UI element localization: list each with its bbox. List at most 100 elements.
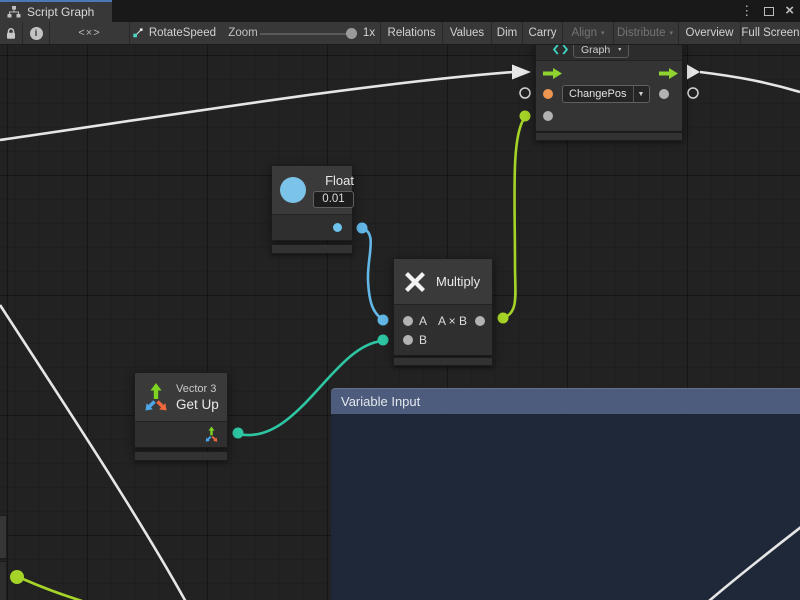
- changepos-dropdown-label: ChangePos: [563, 86, 633, 102]
- button-label: Full Screen: [741, 27, 799, 39]
- node-float[interactable]: Float 0.01: [271, 165, 353, 241]
- multiply-port-b-label: B: [419, 333, 427, 347]
- float-body: [272, 215, 352, 240]
- graph-asset-button[interactable]: RotateSpeed: [131, 22, 216, 44]
- offscreen-node-sliver-body[interactable]: [0, 515, 7, 559]
- changepos-dropdown[interactable]: ChangePos ▼: [562, 85, 650, 103]
- toolbar-button-distribute[interactable]: Distribute ▾: [613, 22, 676, 44]
- wire-lime-bottom-left[interactable]: [23, 579, 82, 600]
- vector3-subtitle: Get Up: [176, 397, 219, 412]
- chevron-down-icon: ▾: [670, 29, 674, 37]
- vector3-body: [135, 422, 227, 447]
- chevron-down-icon: ▾: [601, 29, 605, 37]
- graph-asset-name: RotateSpeed: [149, 27, 216, 39]
- toolbar-button-carry[interactable]: Carry: [522, 22, 562, 44]
- tab-title: Script Graph: [27, 5, 94, 19]
- event-extra-port-dot[interactable]: [543, 111, 553, 121]
- getup-output-connector[interactable]: [233, 428, 244, 439]
- unity-visual-scripting-window: Variable Input Float: [0, 0, 800, 600]
- info-button[interactable]: i: [23, 22, 50, 44]
- zoom-slider-track[interactable]: [260, 33, 352, 35]
- event-out-value-port-dot[interactable]: [659, 89, 669, 99]
- wire-white-panel-diagonal[interactable]: [709, 527, 800, 600]
- wire-getup-to-multiply-b[interactable]: [238, 341, 383, 435]
- script-graph-icon: [7, 6, 21, 18]
- flow-arrow-in-icon[interactable]: [543, 67, 563, 80]
- code-view-button[interactable]: <×>: [50, 22, 130, 44]
- vector3-title: Vector 3: [176, 383, 219, 395]
- float-output-port[interactable]: [333, 223, 342, 232]
- multiply-icon: [402, 269, 428, 295]
- zoom-label-wrap: Zoom: [228, 22, 258, 44]
- zoom-value: 1x: [363, 27, 375, 39]
- toolbar-button-dim[interactable]: Dim: [491, 22, 522, 44]
- button-label: Overview: [686, 27, 734, 39]
- float-value-field[interactable]: 0.01: [313, 191, 354, 208]
- zoom-slider-knob[interactable]: [346, 28, 357, 39]
- flow-arrow-out-icon[interactable]: [659, 67, 679, 80]
- multiply-port-out-label: A × B: [438, 314, 467, 328]
- multiply-a-connector[interactable]: [378, 315, 389, 326]
- flow-arrow-in-port[interactable]: [512, 65, 531, 80]
- button-label: Distribute: [617, 27, 666, 39]
- multiply-port-b-dot[interactable]: [403, 335, 413, 345]
- tab-script-graph[interactable]: Script Graph: [0, 0, 112, 22]
- graph-asset-icon: [133, 26, 143, 40]
- event-right-empty-port[interactable]: [688, 88, 698, 98]
- vector3-icon: [143, 382, 169, 413]
- multiply-port-a-dot[interactable]: [403, 316, 413, 326]
- lock-button[interactable]: [0, 22, 23, 44]
- flow-arrow-out-port[interactable]: [687, 65, 700, 80]
- graph-toolbar: i <×> RotateSpeed Zoom 1x Relations Valu…: [0, 22, 800, 45]
- node-vector3-getup[interactable]: Vector 3 Get Up: [134, 372, 228, 448]
- event-body: ChangePos ▼: [536, 61, 682, 131]
- graph-icon: [553, 44, 568, 55]
- wire-white-out-of-event[interactable]: [700, 72, 800, 92]
- toolbar-button-values[interactable]: Values: [442, 22, 491, 44]
- node-multiply[interactable]: Multiply A A × B B: [393, 258, 493, 356]
- float-title: Float: [325, 173, 354, 188]
- button-label: Dim: [497, 27, 517, 39]
- toolbar-button-overview[interactable]: Overview: [678, 22, 740, 44]
- node-custom-event[interactable]: Graph ▾ ChangePos ▼: [535, 38, 683, 132]
- multiply-output-connector[interactable]: [498, 313, 509, 324]
- vector3-output-port-icon[interactable]: [204, 426, 219, 443]
- code-icon: <×>: [78, 27, 100, 39]
- toolbar-button-full-screen[interactable]: Full Screen: [740, 22, 800, 44]
- multiply-port-out-dot[interactable]: [475, 316, 485, 326]
- zoom-label: Zoom: [228, 27, 257, 39]
- tab-bar: Script Graph ⋮ ×: [0, 0, 800, 22]
- event-value-connector[interactable]: [520, 111, 531, 122]
- window-controls: ⋮ ×: [740, 0, 794, 22]
- toolbar-button-relations[interactable]: Relations: [380, 22, 442, 44]
- multiply-body: A A × B B: [394, 305, 492, 355]
- wire-white-into-event[interactable]: [0, 72, 513, 140]
- button-label: Align: [571, 27, 597, 39]
- offscreen-node-sliver-footer: [0, 561, 7, 600]
- window-maximize-icon[interactable]: [764, 7, 774, 16]
- float-output-connector[interactable]: [357, 223, 368, 234]
- wire-float-to-multiply-a[interactable]: [362, 228, 383, 320]
- event-variable-port-dot[interactable]: [543, 89, 553, 99]
- multiply-b-connector[interactable]: [378, 335, 389, 346]
- bottom-left-connector[interactable]: [10, 570, 24, 584]
- zoom-value-wrap: 1x: [359, 22, 379, 44]
- window-close-icon[interactable]: ×: [785, 1, 794, 21]
- float-type-icon: [280, 177, 306, 203]
- button-label: Carry: [528, 27, 556, 39]
- graph-dropdown-label: Graph: [581, 44, 610, 56]
- changepos-dropdown-caret: ▼: [633, 86, 649, 102]
- multiply-title: Multiply: [436, 274, 480, 289]
- float-footer-bar: [271, 244, 353, 254]
- multiply-footer-bar: [393, 357, 493, 366]
- event-footer-bar: [535, 132, 683, 141]
- button-label: Values: [450, 27, 484, 39]
- wire-multiply-to-event[interactable]: [503, 117, 525, 318]
- info-icon: i: [30, 27, 43, 40]
- multiply-header: Multiply: [394, 259, 492, 305]
- event-left-empty-port[interactable]: [520, 88, 530, 98]
- info-glyph: i: [35, 28, 38, 38]
- window-menu-icon[interactable]: ⋮: [740, 0, 753, 22]
- toolbar-button-align[interactable]: Align ▾: [562, 22, 613, 44]
- multiply-port-a-label: A: [419, 314, 427, 328]
